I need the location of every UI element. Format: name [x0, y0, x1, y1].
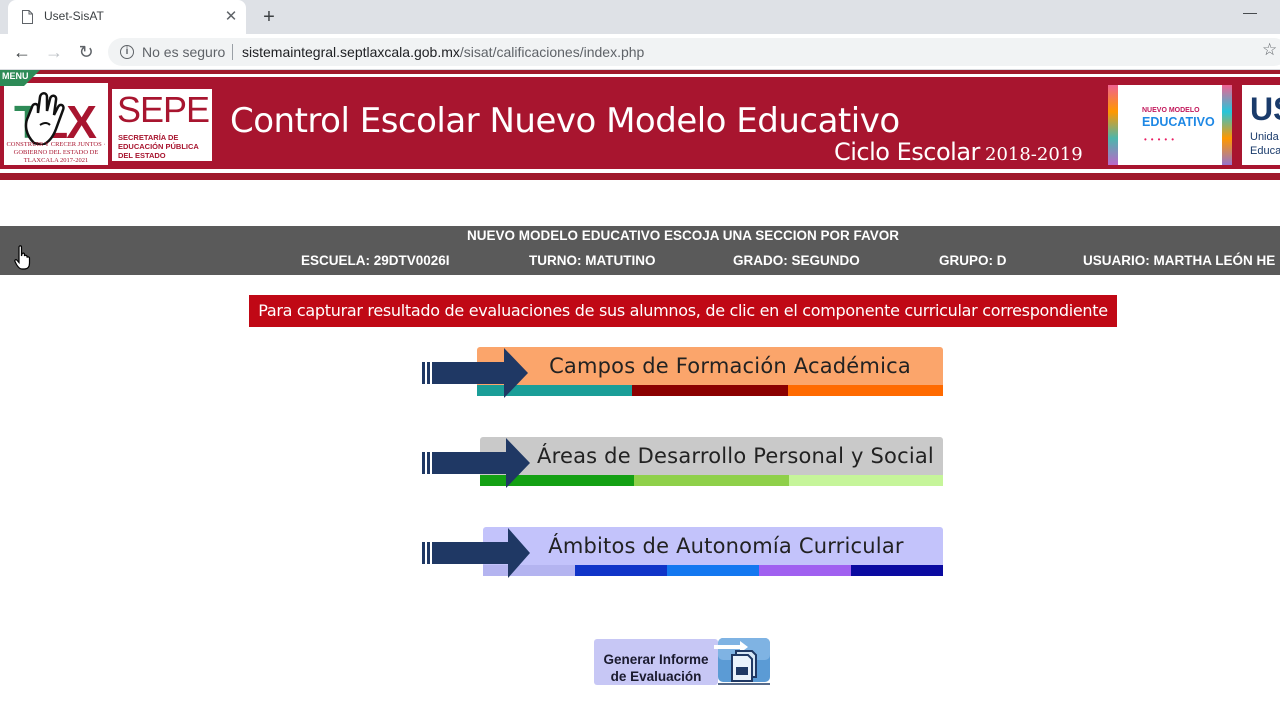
grade-field: GRADO: SEGUNDO — [733, 253, 860, 268]
report-label: Generar Informe de Evaluación — [596, 651, 716, 685]
security-status[interactable]: No es seguro — [142, 44, 225, 60]
user-field: USUARIO: MARTHA LEÓN HE — [1083, 253, 1276, 268]
uset-logo: US Unida Educa — [1242, 85, 1280, 165]
cycle-label: Ciclo Escolar — [834, 138, 980, 166]
report-button-bg: Generar Informe de Evaluación — [594, 639, 718, 685]
strip-segment — [759, 565, 851, 576]
back-arrow-icon[interactable]: ← — [10, 40, 34, 64]
url-text[interactable]: sistemaintegral.septlaxcala.gob.mx/sisat… — [242, 44, 644, 60]
sepe-title: SEPE — [117, 89, 210, 130]
page-icon — [22, 10, 33, 24]
section-body: Campos de Formación Académica — [477, 347, 943, 385]
strip-segment — [787, 385, 943, 396]
campos-formacion-button[interactable]: Campos de Formación Académica — [420, 347, 950, 399]
banner-bottom-line — [0, 173, 1280, 180]
section-label: Campos de Formación Académica — [549, 354, 911, 378]
ambitos-autonomia-button[interactable]: Ámbitos de Autonomía Curricular — [420, 527, 950, 579]
cycle-year: 2018-2019 — [985, 144, 1083, 165]
nme-small-text: NUEVO MODELO — [1142, 107, 1200, 114]
school-info-bar: NUEVO MODELO EDUCATIVO ESCOJA UNA SECCIO… — [0, 226, 1280, 275]
minimize-window-icon[interactable]: — — [1238, 4, 1262, 24]
strip-segment — [634, 475, 789, 486]
nuevo-modelo-educativo-logo: NUEVO MODELO EDUCATIVO ••••• — [1108, 85, 1232, 165]
info-icon[interactable]: i — [120, 45, 134, 59]
section-body: Ámbitos de Autonomía Curricular — [483, 527, 943, 565]
document-icon — [714, 638, 770, 685]
color-strip — [480, 475, 943, 486]
strip-segment — [632, 385, 788, 396]
generate-report-button[interactable]: Generar Informe de Evaluación — [594, 637, 774, 687]
group-field: GRUPO: D — [939, 253, 1007, 268]
hand-cursor-icon — [14, 245, 31, 270]
reload-icon[interactable]: ↻ — [74, 40, 98, 64]
forward-arrow-icon[interactable]: → — [42, 40, 66, 64]
report-label-line1: Generar Informe — [603, 652, 709, 667]
url-host: sistemaintegral.septlaxcala.gob.mx — [242, 44, 460, 60]
address-bar[interactable]: i No es seguro sistemaintegral.septlaxca… — [108, 38, 1280, 66]
nme-big-text: EDUCATIVO — [1142, 115, 1215, 129]
strip-segment — [788, 475, 943, 486]
close-tab-icon[interactable]: ✕ — [222, 8, 240, 26]
us-line2: Educa — [1250, 145, 1280, 157]
bookmark-star-icon[interactable]: ☆ — [1262, 40, 1277, 60]
hand-icon — [24, 92, 65, 145]
school-field: ESCUELA: 29DTV0026I — [301, 253, 450, 268]
us-line1: Unida — [1250, 131, 1279, 143]
instruction-banner: Para capturar resultado de evaluaciones … — [249, 295, 1117, 327]
color-strip — [477, 385, 943, 396]
page-content: TLX CONSTRUIR Y CRECER JUNTOS · GOBIERNO… — [0, 70, 1280, 720]
tlx-caption: CONSTRUIR Y CRECER JUNTOS · GOBIERNO DEL… — [6, 141, 106, 164]
tab-title: Uset-SisAT — [44, 9, 104, 23]
us-logo-text: US — [1250, 91, 1280, 127]
url-separator — [232, 44, 233, 60]
strip-segment — [667, 565, 759, 576]
section-label: Áreas de Desarrollo Personal y Social — [537, 444, 934, 468]
nme-dots: ••••• — [1144, 135, 1179, 144]
logo-stripe-right — [1222, 85, 1232, 165]
logo-stripe-left — [1108, 85, 1118, 165]
browser-toolbar: ← → ↻ i No es seguro sistemaintegral.sep… — [0, 34, 1280, 70]
section-label: Ámbitos de Autonomía Curricular — [548, 534, 904, 558]
report-label-line2: de Evaluación — [610, 669, 702, 684]
tlaxcala-logo: TLX CONSTRUIR Y CRECER JUNTOS · GOBIERNO… — [4, 83, 108, 165]
sepe-logo: SEPE SECRETARÍA DE EDUCACIÓN PÚBLICA DEL… — [112, 89, 212, 161]
arrow-icon — [422, 528, 530, 578]
arrow-icon — [422, 438, 530, 488]
shift-field: TURNO: MATUTINO — [529, 253, 656, 268]
browser-tab[interactable]: Uset-SisAT ✕ — [8, 0, 246, 34]
strip-segment — [575, 565, 667, 576]
page-title: Control Escolar Nuevo Modelo Educativo — [230, 101, 900, 141]
sepe-subtitle: SECRETARÍA DE EDUCACIÓN PÚBLICA DEL ESTA… — [118, 133, 199, 160]
section-body: Áreas de Desarrollo Personal y Social — [480, 437, 943, 475]
url-path: /sisat/calificaciones/index.php — [459, 44, 645, 60]
browser-tab-bar: Uset-SisAT ✕ + — — [0, 0, 1280, 34]
color-strip — [483, 565, 943, 576]
info-title: NUEVO MODELO EDUCATIVO ESCOJA UNA SECCIO… — [466, 228, 900, 243]
new-tab-icon[interactable]: + — [258, 6, 280, 28]
areas-desarrollo-button[interactable]: Áreas de Desarrollo Personal y Social — [420, 437, 950, 489]
arrow-icon — [422, 348, 528, 398]
strip-segment — [851, 565, 943, 576]
